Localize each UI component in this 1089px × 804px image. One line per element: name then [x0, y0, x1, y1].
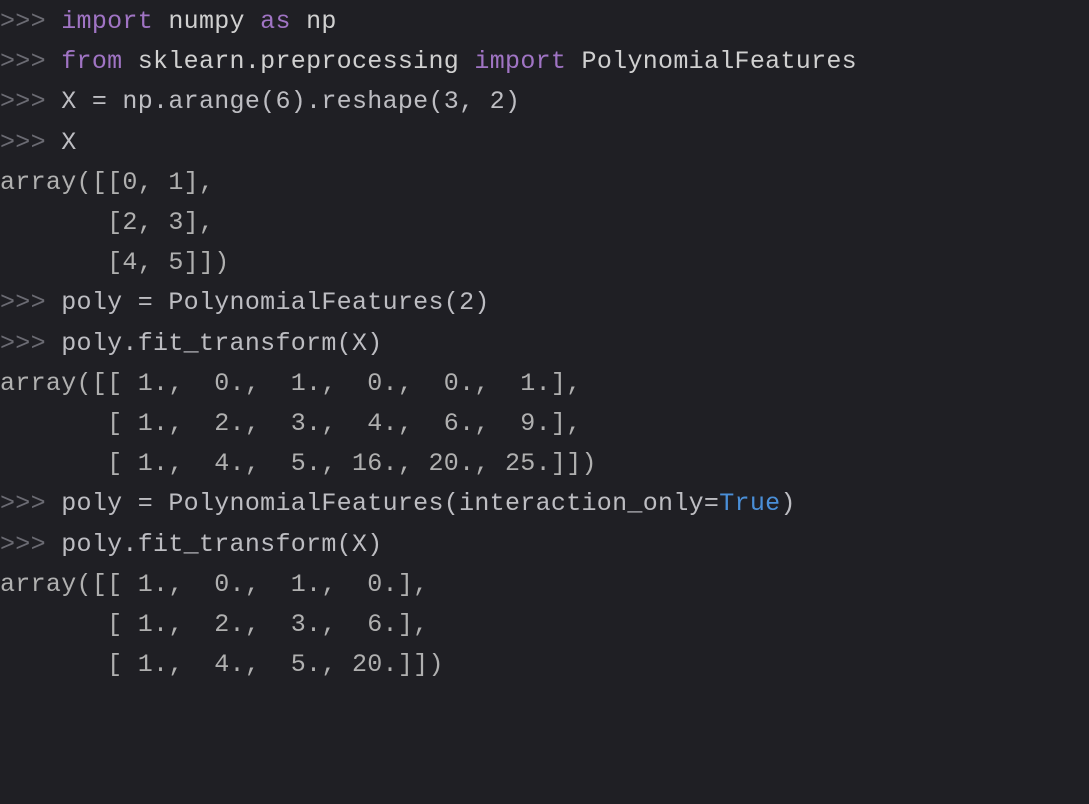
code-segment: poly.fit_transform(X)	[61, 329, 382, 358]
code-segment: poly = PolynomialFeatures(interaction_on…	[61, 489, 719, 518]
code-segment: )	[780, 489, 795, 518]
code-segment: >>>	[0, 530, 61, 559]
repl-output-line: array([[ 1., 0., 1., 0., 0., 1.],	[0, 364, 1089, 404]
code-segment: array([[0, 1],	[0, 168, 214, 197]
code-segment: True	[719, 489, 780, 518]
repl-output-line: [2, 3],	[0, 203, 1089, 243]
repl-input-line: >>> poly = PolynomialFeatures(interactio…	[0, 484, 1089, 524]
code-segment: from	[61, 47, 122, 76]
repl-input-line: >>> X	[0, 123, 1089, 163]
repl-output-line: [ 1., 4., 5., 20.]])	[0, 645, 1089, 685]
repl-input-line: >>> poly = PolynomialFeatures(2)	[0, 283, 1089, 323]
code-segment: [ 1., 4., 5., 20.]])	[0, 650, 444, 679]
repl-input-line: >>> X = np.arange(6).reshape(3, 2)	[0, 82, 1089, 122]
repl-input-line: >>> poly.fit_transform(X)	[0, 525, 1089, 565]
code-segment: [ 1., 4., 5., 16., 20., 25.]])	[0, 449, 597, 478]
code-segment: numpy	[153, 7, 260, 36]
code-segment: array([[ 1., 0., 1., 0., 0., 1.],	[0, 369, 582, 398]
code-segment: np	[291, 7, 337, 36]
repl-output-line: array([[ 1., 0., 1., 0.],	[0, 565, 1089, 605]
code-segment: >>>	[0, 7, 61, 36]
code-segment: as	[260, 7, 291, 36]
python-repl[interactable]: >>> import numpy as np>>> from sklearn.p…	[0, 0, 1089, 685]
repl-output-line: [ 1., 2., 3., 4., 6., 9.],	[0, 404, 1089, 444]
code-segment: X = np.arange(6).reshape(3, 2)	[61, 87, 520, 116]
code-segment: >>>	[0, 329, 61, 358]
code-segment: X	[61, 128, 76, 157]
code-segment: >>>	[0, 87, 61, 116]
repl-output-line: [ 1., 2., 3., 6.],	[0, 605, 1089, 645]
repl-output-line: [4, 5]])	[0, 243, 1089, 283]
repl-output-line: [ 1., 4., 5., 16., 20., 25.]])	[0, 444, 1089, 484]
code-segment: PolynomialFeatures	[566, 47, 857, 76]
code-segment: >>>	[0, 128, 61, 157]
code-segment: import	[61, 7, 153, 36]
code-segment: [ 1., 2., 3., 6.],	[0, 610, 428, 639]
repl-output-line: array([[0, 1],	[0, 163, 1089, 203]
code-segment: poly = PolynomialFeatures(2)	[61, 288, 489, 317]
code-segment: [ 1., 2., 3., 4., 6., 9.],	[0, 409, 582, 438]
code-segment: >>>	[0, 47, 61, 76]
repl-input-line: >>> poly.fit_transform(X)	[0, 324, 1089, 364]
repl-input-line: >>> import numpy as np	[0, 2, 1089, 42]
code-segment: >>>	[0, 288, 61, 317]
code-segment: [2, 3],	[0, 208, 214, 237]
code-segment: import	[474, 47, 566, 76]
code-segment: sklearn.preprocessing	[122, 47, 474, 76]
code-segment: array([[ 1., 0., 1., 0.],	[0, 570, 428, 599]
code-segment: >>>	[0, 489, 61, 518]
code-segment: [4, 5]])	[0, 248, 230, 277]
code-segment: poly.fit_transform(X)	[61, 530, 382, 559]
repl-input-line: >>> from sklearn.preprocessing import Po…	[0, 42, 1089, 82]
